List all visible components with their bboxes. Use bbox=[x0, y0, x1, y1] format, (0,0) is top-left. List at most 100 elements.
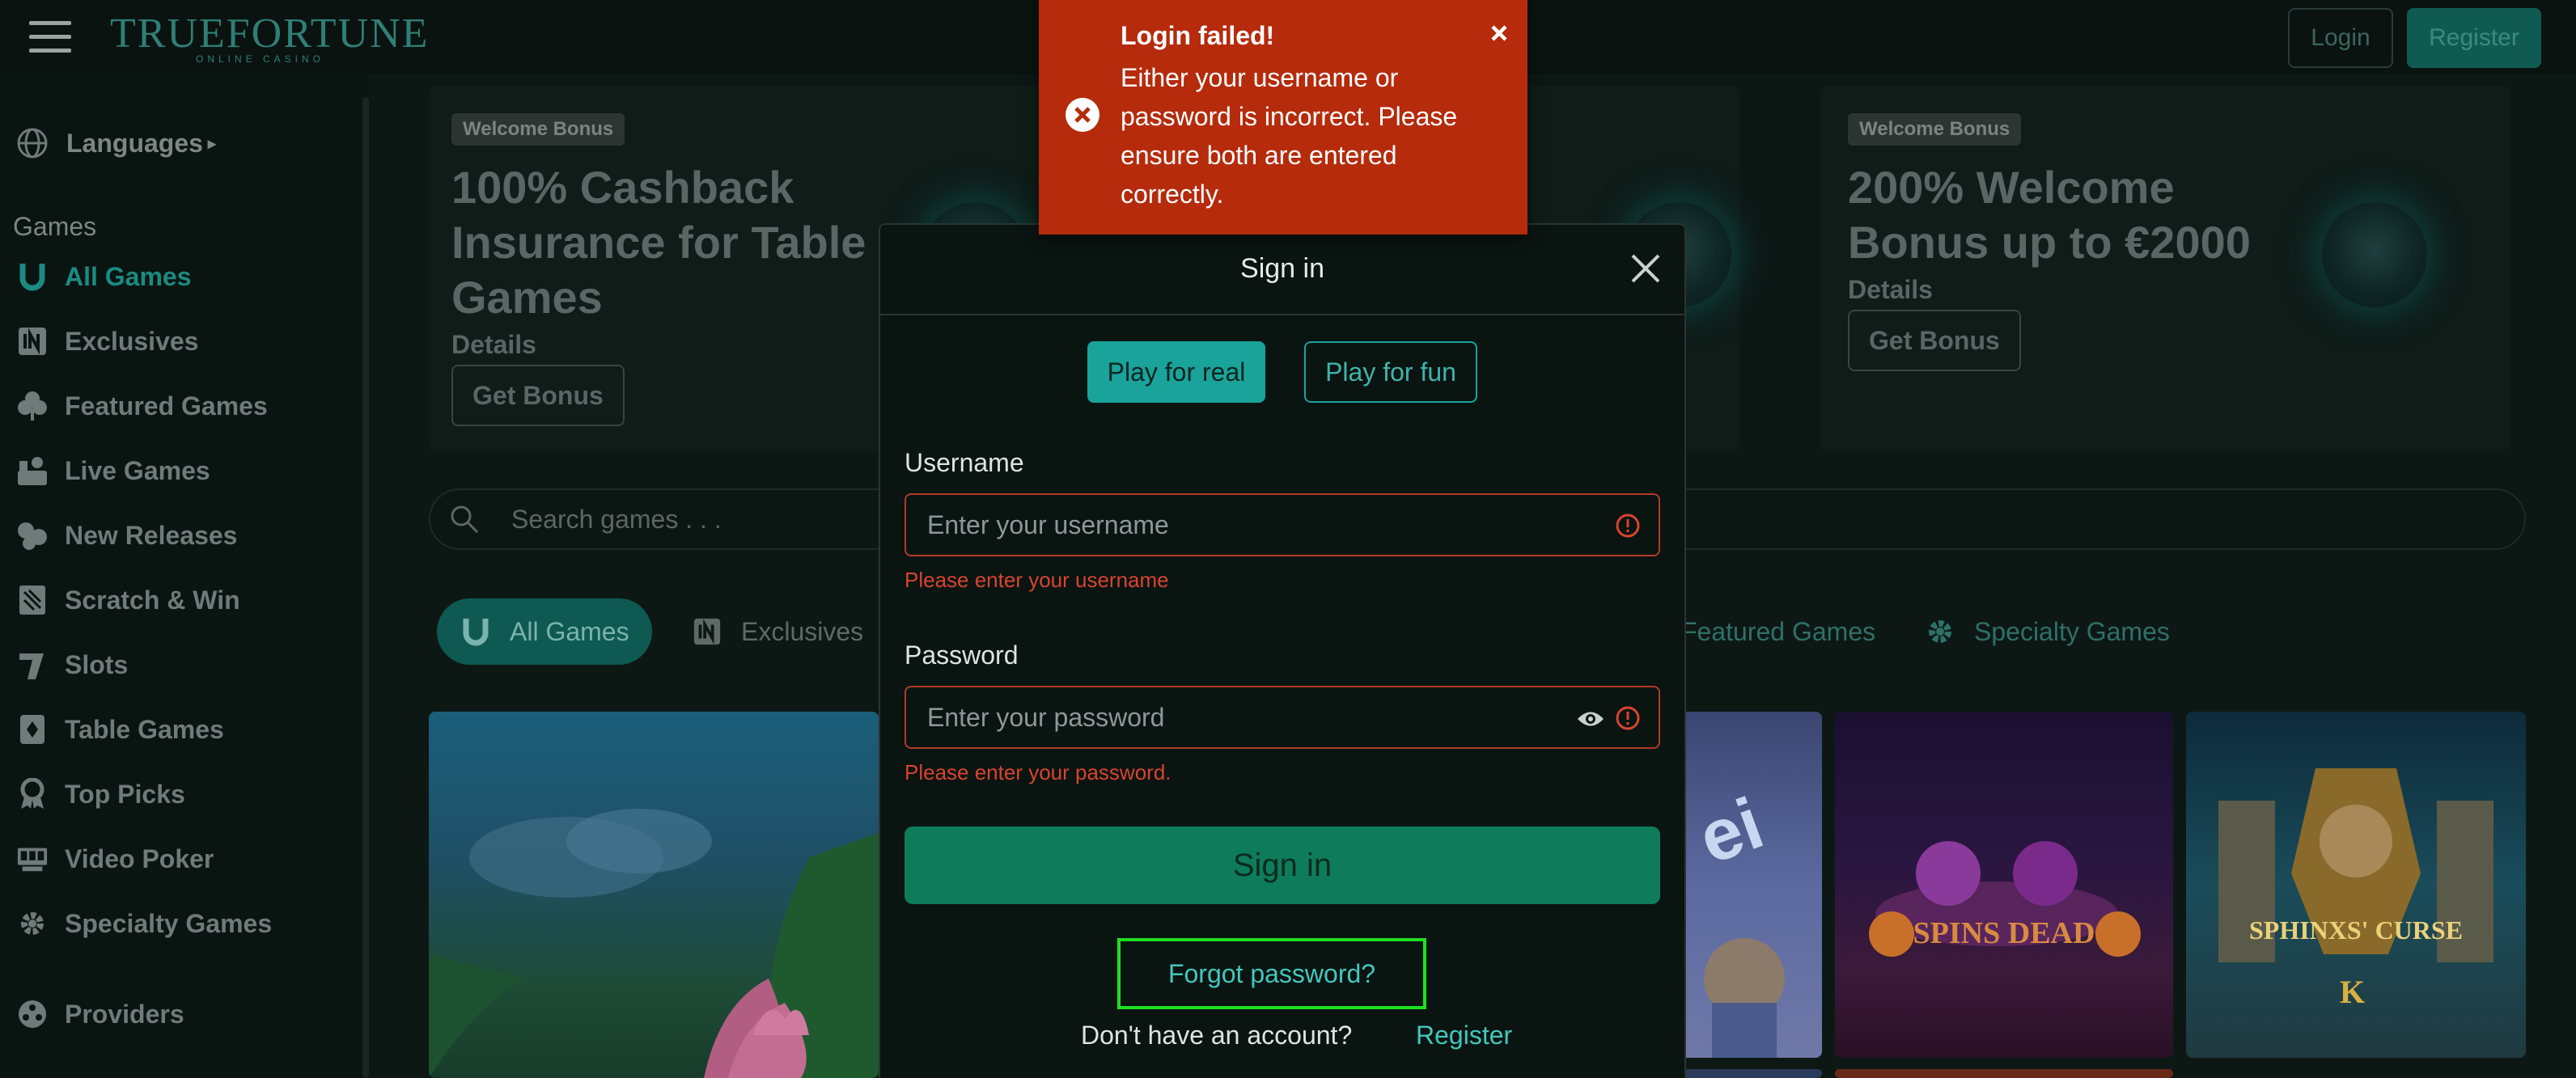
tab-label: Exclusives bbox=[741, 616, 864, 646]
sidebar-languages[interactable]: Languages ▸ bbox=[16, 123, 216, 163]
horseshoe-icon bbox=[16, 260, 49, 293]
banner-cashback: Welcome Bonus 100% Cashback Insurance fo… bbox=[451, 113, 872, 426]
sidebar-item-featured-games[interactable]: Featured Games bbox=[16, 383, 268, 429]
svg-text:ei: ei bbox=[1688, 783, 1773, 880]
sidebar-item-label: All Games bbox=[65, 261, 192, 291]
game-title: SPHINXS' CURSE bbox=[2248, 915, 2464, 945]
game-tile-partial[interactable]: ei bbox=[1663, 712, 1822, 1058]
banner-title: 200% Welcome Bonus up to €2000 bbox=[1848, 162, 2251, 268]
crystal-ball-image-3 bbox=[2322, 202, 2427, 307]
game-title: SPINS DEAD bbox=[1913, 916, 2095, 950]
sidebar-item-live-games[interactable]: Live Games bbox=[16, 448, 210, 493]
search-icon bbox=[448, 503, 481, 535]
games-heading: Games bbox=[13, 212, 97, 241]
sidebar-item-providers[interactable]: Providers bbox=[16, 991, 184, 1037]
banner-title: 100% Cashback Insurance for Table Games bbox=[451, 162, 866, 323]
warning-icon bbox=[1615, 513, 1641, 539]
banner-details-link[interactable]: Details bbox=[451, 330, 872, 360]
no-account-text: Don't have an account? bbox=[1081, 1021, 1353, 1050]
gear-icon bbox=[1924, 615, 1956, 648]
login-button[interactable]: Login bbox=[2288, 8, 2393, 68]
logo-text: TRUE bbox=[110, 11, 227, 57]
logo[interactable]: TRUE FORTUNE ONLINE CASINO bbox=[110, 10, 427, 74]
username-input[interactable] bbox=[927, 495, 1542, 555]
tab-exclusives[interactable]: Exclusives bbox=[668, 598, 886, 665]
register-button[interactable]: Register bbox=[2407, 8, 2541, 68]
sidebar-item-label: Featured Games bbox=[65, 391, 268, 421]
sidebar-item-label: Live Games bbox=[65, 455, 210, 485]
register-link[interactable]: Register bbox=[1416, 1021, 1512, 1051]
warning-icon bbox=[1615, 705, 1641, 731]
welcome-badge: Welcome Bonus bbox=[1848, 113, 2022, 146]
logo-text-2: FORTUNE bbox=[226, 11, 430, 57]
sidebar-item-label: Scratch & Win bbox=[65, 585, 240, 615]
banner-details-link[interactable]: Details bbox=[1848, 275, 2269, 305]
tab-featured-games[interactable]: Featured Games bbox=[1659, 598, 1898, 665]
sign-in-button[interactable]: Sign in bbox=[905, 826, 1660, 904]
password-label: Password bbox=[905, 640, 1019, 670]
chips-icon bbox=[16, 519, 49, 552]
sidebar-item-label: Providers bbox=[65, 999, 184, 1029]
cards-icon bbox=[16, 713, 49, 746]
gear-icon bbox=[16, 907, 49, 940]
sidebar-item-table-games[interactable]: Table Games bbox=[16, 707, 224, 752]
sidebar-item-exclusives[interactable]: Exclusives bbox=[16, 319, 198, 364]
sidebar-item-label: Top Picks bbox=[65, 779, 185, 809]
sidebar-item-label: Specialty Games bbox=[65, 908, 273, 938]
caret-right-icon: ▸ bbox=[207, 134, 216, 153]
game-tile-sphinxs-curse[interactable]: K SPHINXS' CURSE bbox=[2186, 712, 2526, 1058]
globe-icon bbox=[16, 127, 49, 159]
game-tile-lotus[interactable] bbox=[429, 712, 879, 1078]
play-for-real-button[interactable]: Play for real bbox=[1087, 341, 1265, 403]
welcome-badge: Welcome Bonus bbox=[451, 113, 625, 146]
forgot-password-link[interactable]: Forgot password? bbox=[1117, 938, 1426, 1009]
error-icon bbox=[1065, 97, 1100, 133]
tab-label: Specialty Games bbox=[1974, 616, 2170, 646]
username-error: Please enter your username bbox=[905, 568, 1169, 592]
award-icon bbox=[16, 778, 49, 810]
sidebar-item-label: Exclusives bbox=[65, 326, 199, 356]
get-bonus-button[interactable]: Get Bonus bbox=[451, 365, 625, 426]
sidebar-item-video-poker[interactable]: Video Poker bbox=[16, 836, 214, 881]
modal-title: Sign in bbox=[879, 223, 1686, 315]
game-tile-row2[interactable] bbox=[1835, 1069, 2173, 1078]
password-error: Please enter your password. bbox=[905, 760, 1171, 784]
dealer-icon bbox=[16, 454, 49, 487]
languages-label: Languages bbox=[66, 128, 203, 158]
sidebar-item-all-games[interactable]: All Games bbox=[16, 254, 192, 299]
banner-welcome-content: Welcome Bonus 200% Welcome Bonus up to €… bbox=[1848, 113, 2269, 371]
tab-label: Featured Games bbox=[1681, 616, 1876, 646]
close-icon[interactable] bbox=[1628, 251, 1663, 286]
toast-message: Either your username or password is inco… bbox=[1121, 63, 1458, 209]
sidebar-item-label: Table Games bbox=[65, 714, 224, 744]
clover-icon bbox=[16, 390, 49, 422]
poker-machine-icon bbox=[16, 843, 49, 875]
sidebar-scrollbar[interactable] bbox=[362, 97, 369, 1078]
username-field bbox=[905, 493, 1660, 556]
sidebar-item-scratch-win[interactable]: Scratch & Win bbox=[16, 577, 240, 623]
exclusive-icon bbox=[691, 615, 723, 648]
sidebar-item-new-releases[interactable]: New Releases bbox=[16, 513, 237, 558]
toast-close-icon[interactable] bbox=[1487, 21, 1511, 45]
sidebar-item-label: Video Poker bbox=[65, 843, 214, 873]
eye-icon[interactable] bbox=[1576, 707, 1605, 731]
sidebar-item-label: Slots bbox=[65, 649, 129, 679]
get-bonus-button[interactable]: Get Bonus bbox=[1848, 310, 2021, 371]
menu-icon[interactable] bbox=[29, 21, 71, 53]
svg-text:K: K bbox=[2340, 974, 2365, 1010]
password-input[interactable] bbox=[927, 687, 1542, 747]
sidebar-item-slots[interactable]: Slots bbox=[16, 642, 128, 687]
scratch-card-icon bbox=[16, 584, 49, 616]
game-tile-row2b[interactable] bbox=[1663, 1069, 1822, 1078]
tab-specialty-games[interactable]: Specialty Games bbox=[1901, 598, 2193, 665]
game-tile-spins-dead[interactable]: SPINS DEAD bbox=[1835, 712, 2173, 1058]
sidebar-item-specialty-games[interactable]: Specialty Games bbox=[16, 901, 272, 946]
username-label: Username bbox=[905, 448, 1024, 477]
providers-icon bbox=[16, 998, 49, 1030]
tab-label: All Games bbox=[510, 616, 629, 646]
play-for-fun-button[interactable]: Play for fun bbox=[1304, 341, 1477, 403]
password-field bbox=[905, 686, 1660, 749]
exclusive-icon bbox=[16, 325, 49, 357]
tab-all-games[interactable]: All Games bbox=[437, 598, 652, 665]
sidebar-item-top-picks[interactable]: Top Picks bbox=[16, 772, 185, 817]
